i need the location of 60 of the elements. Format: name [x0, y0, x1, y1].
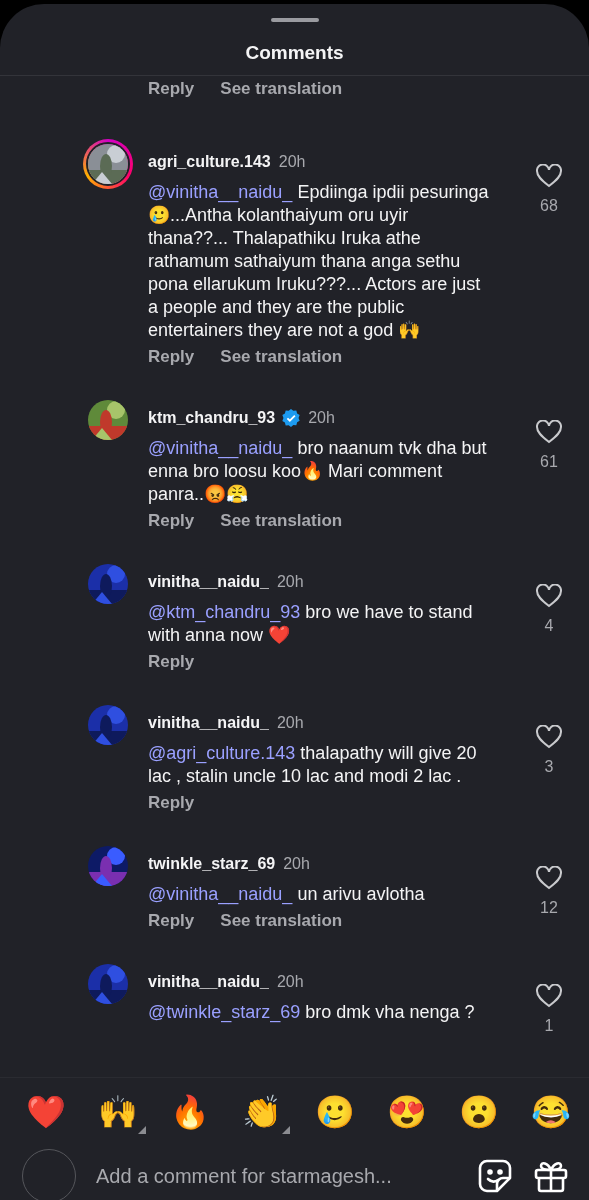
- username[interactable]: ktm_chandru_93: [148, 406, 276, 430]
- translation-link[interactable]: See translation: [220, 910, 343, 932]
- reaction-button[interactable]: 😍: [382, 1090, 431, 1134]
- heart-icon[interactable]: [536, 164, 562, 188]
- avatar[interactable]: [83, 139, 133, 189]
- reaction-button[interactable]: 😮: [454, 1090, 503, 1134]
- heart-icon[interactable]: [536, 420, 562, 444]
- comment-text: @twinkle_starz_69 bro dmk vha nenga ?: [148, 1001, 476, 1024]
- translation-link[interactable]: See translation: [220, 346, 343, 368]
- translation-link[interactable]: See translation: [220, 78, 343, 100]
- comment-time: 20h: [276, 713, 304, 733]
- username[interactable]: vinitha__naidu_: [148, 970, 269, 994]
- reaction-button[interactable]: ❤: [22, 1090, 70, 1134]
- mention-link[interactable]: @twinkle_starz_69: [148, 1002, 301, 1022]
- translation-link[interactable]: See translation: [220, 510, 343, 532]
- mention-link[interactable]: @agri_culture.143: [148, 743, 296, 763]
- username[interactable]: vinitha__naidu_: [148, 711, 269, 735]
- mention-link[interactable]: @ktm_chandru_93: [148, 602, 301, 622]
- mention-link[interactable]: @vinitha__naidu_: [148, 182, 293, 202]
- like-count: 3: [544, 757, 554, 777]
- reply-link[interactable]: Reply: [148, 510, 195, 532]
- mention-link[interactable]: @vinitha__naidu_: [148, 884, 293, 904]
- reply-link[interactable]: Reply: [148, 910, 195, 932]
- avatar[interactable]: [88, 400, 128, 440]
- heart-icon[interactable]: [536, 866, 562, 890]
- comment-time: 20h: [276, 572, 304, 592]
- sheet-title: Comments: [244, 41, 345, 65]
- like-count: 61: [540, 452, 558, 472]
- comment-field[interactable]: Add a comment for starmagesh...: [96, 1161, 457, 1191]
- drag-handle[interactable]: [270, 18, 319, 22]
- heart-icon[interactable]: [536, 584, 562, 608]
- reaction-button[interactable]: 🙌: [94, 1090, 143, 1134]
- like-count: 1: [544, 1016, 554, 1036]
- reply-link[interactable]: Reply: [148, 651, 195, 673]
- comment-time: 20h: [308, 408, 335, 428]
- reply-link[interactable]: Reply: [148, 792, 195, 814]
- comment-text: @agri_culture.143 thalapathy will give 20 lac , stalin uncle 10 lac and modi 2 lac .: [148, 742, 478, 788]
- reply-link[interactable]: Reply: [148, 78, 195, 100]
- like-count: 4: [544, 616, 554, 636]
- mention-link[interactable]: @vinitha__naidu_: [148, 438, 293, 458]
- like-count: 12: [540, 898, 558, 918]
- comment-text: @vinitha__naidu_ un arivu avlotha: [148, 883, 426, 906]
- like-count: 68: [540, 196, 558, 216]
- heart-icon[interactable]: [536, 725, 562, 749]
- reaction-button[interactable]: 😂: [527, 1090, 575, 1134]
- comment-text: @vinitha__naidu_ Epdiinga ipdii pesuringa🥲...Antha kolanthaiyum oru uyir thana??... Thalapathiku Iruka athe rathamum sathaiyum thana anga sethu pona ellarukum Iruku???... Actors are just a people and they are the public entertainers they are not a god 🙌: [148, 181, 490, 342]
- comment-text: @vinitha__naidu_ bro naanum tvk dha but enna bro loosu koo🔥 Mari comment panra..😡😤: [148, 437, 488, 506]
- comment-time: 20h: [283, 854, 310, 874]
- heart-icon[interactable]: [536, 984, 562, 1008]
- sticker-icon[interactable]: [477, 1158, 513, 1194]
- comment-time: 20h: [278, 152, 306, 172]
- reaction-button[interactable]: 👏: [238, 1090, 287, 1134]
- username[interactable]: agri_culture.143: [148, 150, 271, 174]
- comment-time: 20h: [276, 972, 304, 992]
- username[interactable]: vinitha__naidu_: [148, 570, 269, 594]
- comment-text: @ktm_chandru_93 bro we have to stand with anna now ❤: [148, 601, 474, 647]
- reaction-button[interactable]: 🥲: [310, 1090, 359, 1134]
- reaction-button[interactable]: 🔥: [166, 1090, 215, 1134]
- reply-link[interactable]: Reply: [148, 346, 195, 368]
- username[interactable]: twinkle_starz_69: [148, 852, 276, 876]
